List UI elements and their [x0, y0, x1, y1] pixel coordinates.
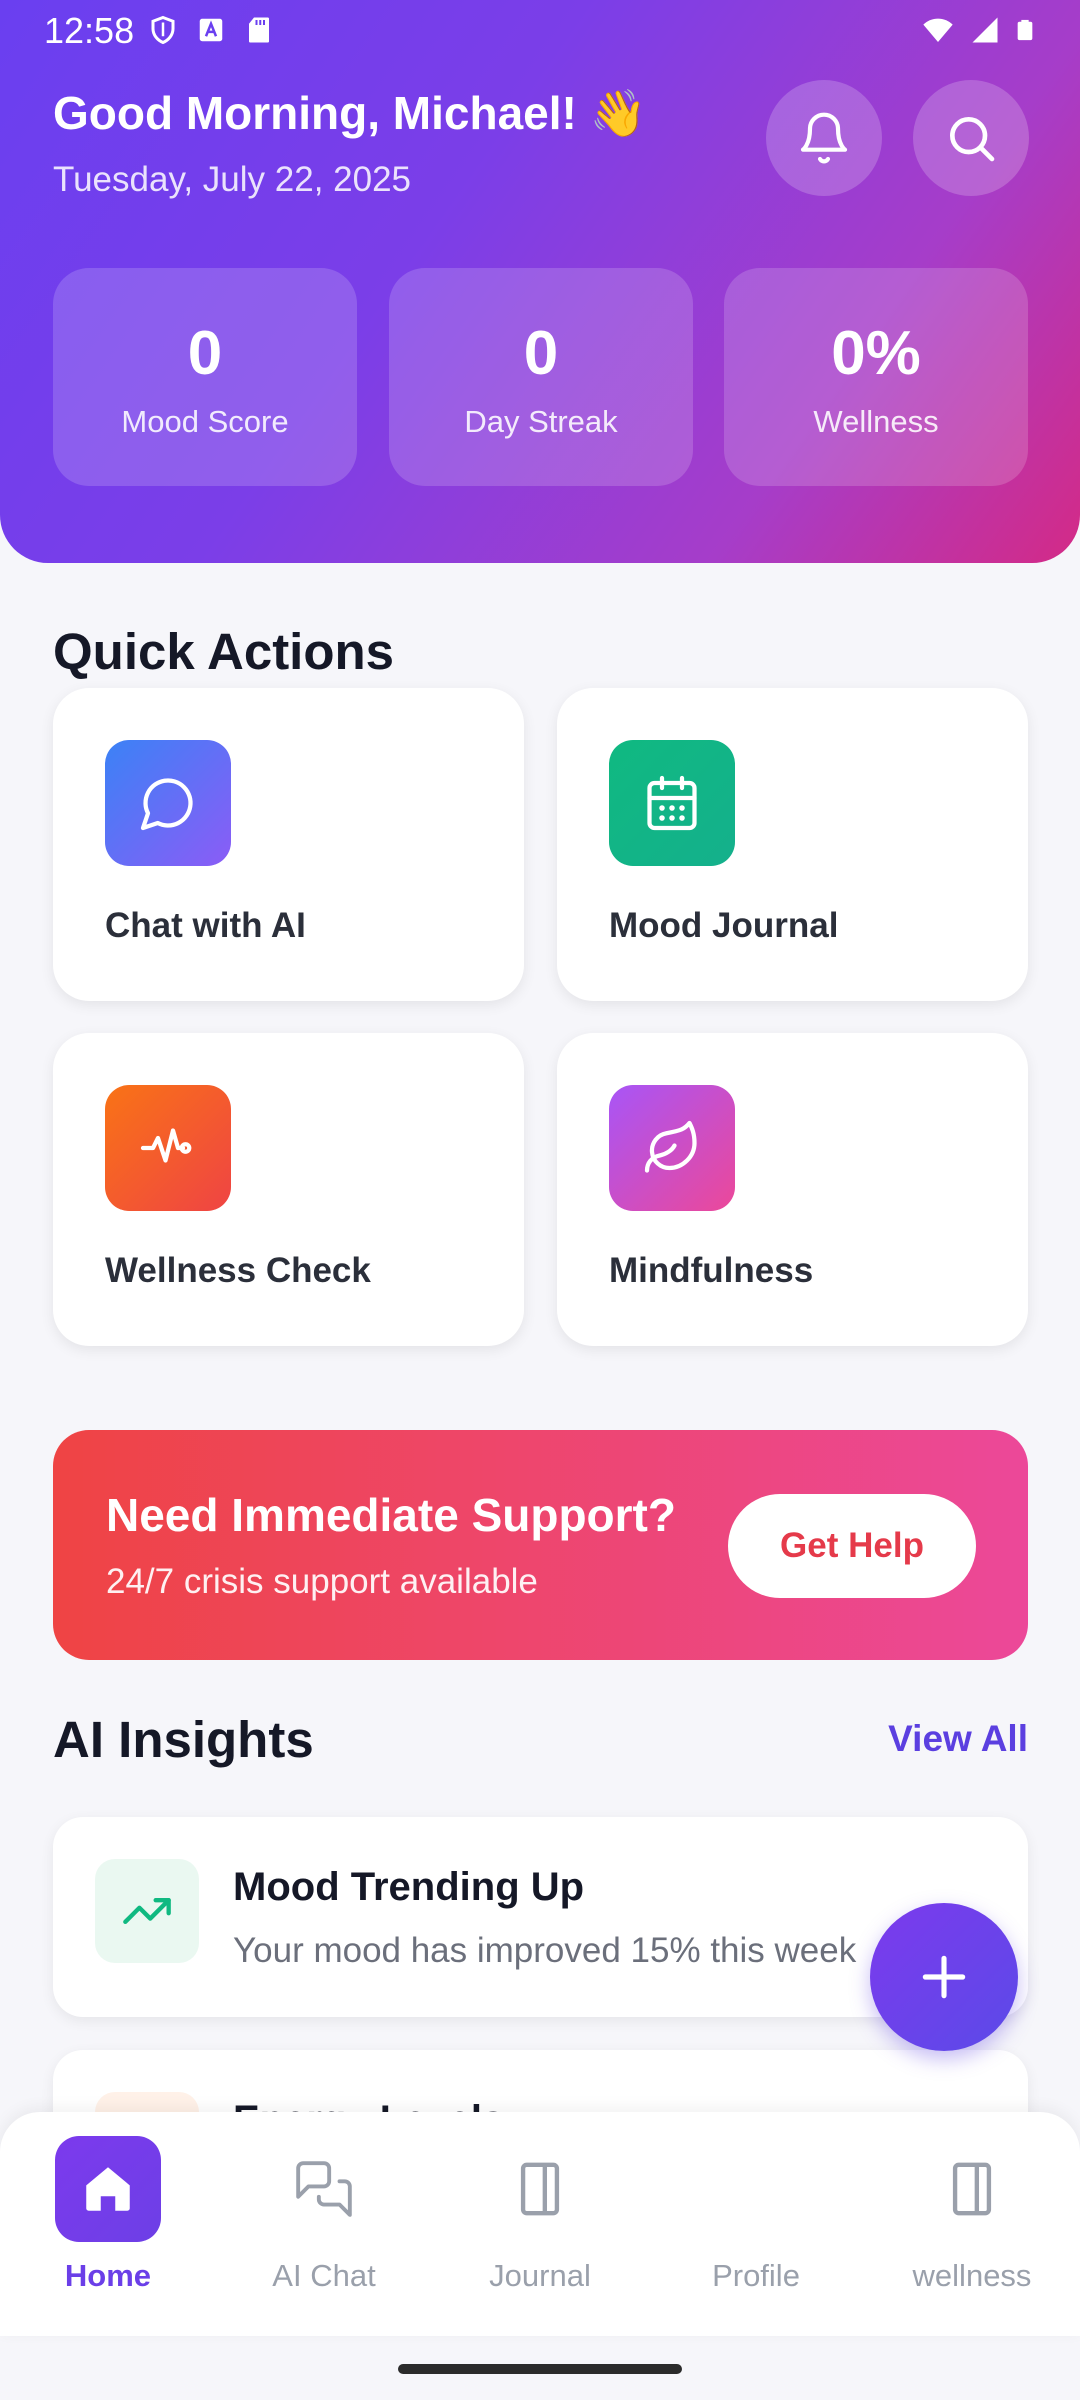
stat-label: Mood Score: [121, 404, 289, 439]
home-indicator[interactable]: [398, 2364, 682, 2374]
leaf-icon: [609, 1085, 735, 1211]
quick-action-label: Mood Journal: [609, 906, 839, 945]
quick-action-label: Chat with AI: [105, 906, 306, 945]
wifi-icon: [923, 18, 953, 42]
chat-bubble-icon: [105, 740, 231, 866]
stat-card-mood-score[interactable]: 0 Mood Score: [53, 268, 357, 486]
quick-actions-title: Quick Actions: [53, 623, 395, 680]
greeting-title: Good Morning, Michael! 👋: [53, 87, 647, 139]
status-left-icons: [148, 14, 274, 46]
stat-value: 0: [187, 319, 223, 388]
status-right-icons: [920, 14, 1036, 46]
sd-card-icon: [249, 17, 269, 43]
home-icon: [55, 2136, 161, 2242]
calendar-icon: [609, 740, 735, 866]
nav-label: Journal: [489, 2258, 591, 2293]
nav-label: Profile: [712, 2258, 800, 2293]
stat-label: Day Streak: [464, 404, 618, 439]
book-icon: [919, 2136, 1025, 2242]
chat-bubbles-icon: [271, 2136, 377, 2242]
nav-home[interactable]: Home: [0, 2112, 216, 2336]
view-all-link[interactable]: View All: [888, 1718, 1028, 1760]
heartbeat-icon: [105, 1085, 231, 1211]
plus-icon: [922, 1955, 966, 1999]
nav-wellness[interactable]: wellness: [864, 2112, 1080, 2336]
quick-action-chat-with-ai[interactable]: Chat with AI: [53, 688, 524, 1001]
support-subtitle: 24/7 crisis support available: [106, 1562, 538, 1601]
crisis-support-banner: Need Immediate Support? 24/7 crisis supp…: [53, 1430, 1028, 1660]
stat-label: Wellness: [813, 404, 939, 439]
signal-icon: [972, 17, 998, 43]
quick-action-mindfulness[interactable]: Mindfulness: [557, 1033, 1028, 1346]
current-date: Tuesday, July 22, 2025: [53, 160, 411, 199]
quick-action-label: Mindfulness: [609, 1251, 814, 1290]
trending-up-icon: [95, 1859, 199, 1963]
nav-journal[interactable]: Journal: [432, 2112, 648, 2336]
stat-value: 0%: [831, 319, 921, 388]
status-bar: 12:58: [0, 0, 1080, 62]
quick-action-mood-journal[interactable]: Mood Journal: [557, 688, 1028, 1001]
quick-action-label: Wellness Check: [105, 1251, 371, 1290]
book-icon: [487, 2136, 593, 2242]
nav-label: AI Chat: [272, 2258, 376, 2293]
bell-icon: [800, 112, 848, 164]
nav-profile[interactable]: Profile: [648, 2112, 864, 2336]
insight-text: Your mood has improved 15% this week: [233, 1931, 857, 1970]
nav-label: wellness: [912, 2258, 1032, 2293]
stat-card-day-streak[interactable]: 0 Day Streak: [389, 268, 693, 486]
search-icon: [950, 116, 995, 162]
nav-label: Home: [64, 2258, 152, 2293]
add-fab-button[interactable]: [870, 1903, 1018, 2051]
ai-insights-title: AI Insights: [53, 1711, 314, 1768]
search-button[interactable]: [913, 80, 1029, 196]
stat-value: 0: [523, 319, 559, 388]
book-icon: [703, 2136, 809, 2242]
bottom-navigation: Home AI Chat Journal Profile wellness: [0, 2112, 1080, 2336]
font-icon: [199, 18, 223, 42]
header-banner: 12:58 Good Morning, Michael! 👋 Tuesday, …: [0, 0, 1080, 563]
status-time: 12:58: [44, 10, 135, 51]
quick-action-wellness-check[interactable]: Wellness Check: [53, 1033, 524, 1346]
insight-title: Mood Trending Up: [233, 1865, 585, 1909]
shield-icon: [151, 15, 175, 45]
notifications-button[interactable]: [766, 80, 882, 196]
stat-card-wellness[interactable]: 0% Wellness: [724, 268, 1028, 486]
nav-ai-chat[interactable]: AI Chat: [216, 2112, 432, 2336]
get-help-button[interactable]: Get Help: [728, 1494, 976, 1598]
battery-icon: [1017, 19, 1033, 41]
support-title: Need Immediate Support?: [106, 1489, 676, 1541]
